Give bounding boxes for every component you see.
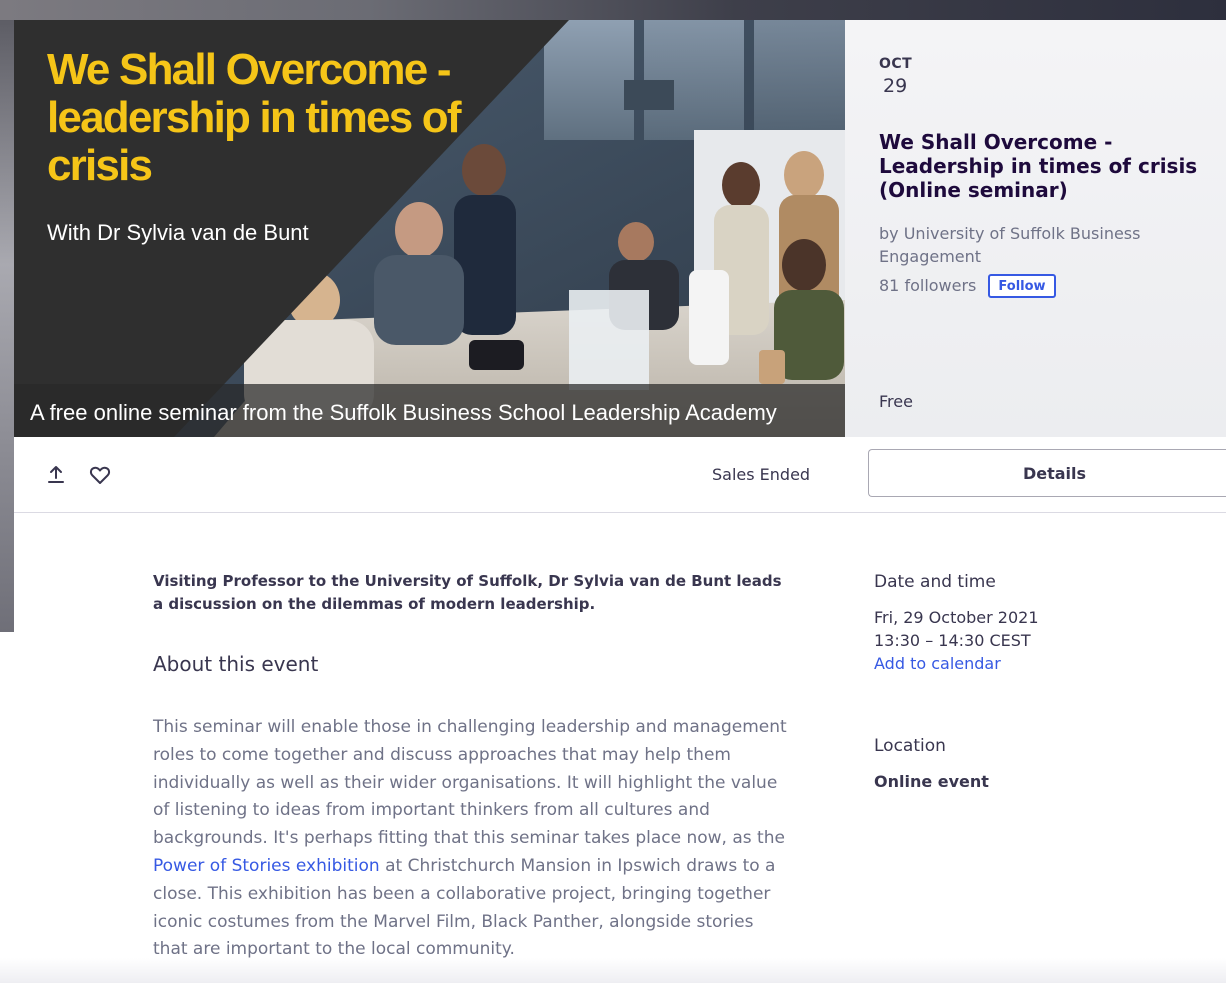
action-bar: Sales Ended Details: [14, 437, 1226, 513]
banner-caption-bar: A free online seminar from the Suffolk B…: [14, 384, 845, 437]
date-time-heading: Date and time: [874, 572, 996, 592]
follow-button[interactable]: Follow: [988, 274, 1056, 298]
organizer-link[interactable]: by University of Suffolk Business Engage…: [879, 222, 1199, 268]
banner-presenter: With Dr Sylvia van de Bunt: [47, 220, 309, 245]
followers-count: 81 followers: [879, 276, 977, 295]
add-to-calendar-link[interactable]: Add to calendar: [874, 654, 1001, 673]
banner-caption: A free online seminar from the Suffolk B…: [30, 400, 777, 425]
about-description: This seminar will enable those in challe…: [153, 714, 793, 964]
event-title: We Shall Overcome - Leadership in times …: [879, 130, 1198, 202]
power-of-stories-link[interactable]: Power of Stories exhibition: [153, 856, 380, 876]
banner-title: We Shall Overcome - leadership in times …: [47, 45, 462, 190]
sales-status: Sales Ended: [712, 465, 811, 484]
event-date: Fri, 29 October 2021: [874, 608, 1039, 627]
bottom-fade: [0, 958, 1226, 983]
location-heading: Location: [874, 736, 946, 756]
window-frame-left: [0, 20, 14, 632]
heart-icon[interactable]: [88, 463, 112, 487]
event-day: 29: [883, 75, 908, 97]
event-time: 13:30 – 14:30 CEST: [874, 631, 1031, 650]
event-header-panel: OCT 29 We Shall Overcome - Leadership in…: [845, 20, 1226, 437]
event-summary: Visiting Professor to the University of …: [153, 572, 782, 613]
event-banner-image: We Shall Overcome - leadership in times …: [14, 20, 845, 437]
window-frame-top: [0, 0, 1226, 20]
event-month: OCT: [879, 56, 913, 72]
event-location: Online event: [874, 772, 989, 791]
details-button[interactable]: Details: [868, 449, 1226, 497]
about-text-part-1: This seminar will enable those in challe…: [153, 717, 787, 849]
event-price: Free: [879, 392, 913, 411]
share-icon[interactable]: [44, 463, 68, 487]
about-heading: About this event: [153, 652, 319, 676]
